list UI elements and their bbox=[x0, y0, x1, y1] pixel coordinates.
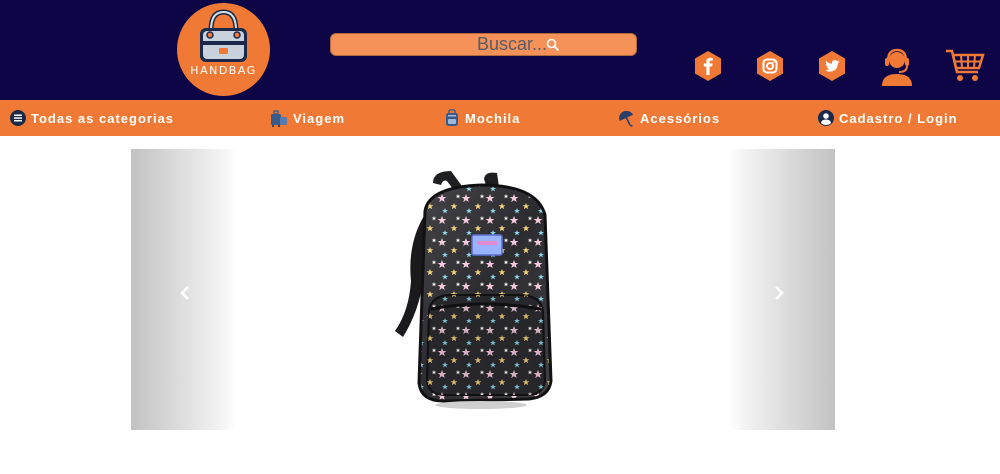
nav-backpack[interactable]: Mochila bbox=[444, 100, 520, 136]
user-icon bbox=[818, 110, 834, 126]
backpack-icon bbox=[446, 109, 458, 126]
chevron-right-icon bbox=[775, 286, 784, 300]
facebook-icon bbox=[695, 51, 721, 81]
nav-all-categories[interactable]: Todas as categorias bbox=[10, 100, 174, 136]
umbrella-icon bbox=[619, 110, 634, 127]
nav-accessories-label: Acessórios bbox=[640, 110, 721, 126]
logo-text: HANDBAG bbox=[190, 64, 257, 77]
handbag-icon bbox=[200, 9, 247, 62]
carousel-prev-button[interactable] bbox=[131, 149, 237, 430]
nav-backpack-label: Mochila bbox=[465, 110, 521, 126]
nav-account[interactable]: Cadastro / Login bbox=[818, 100, 958, 136]
luggage-icon bbox=[271, 110, 287, 127]
chevron-left-icon bbox=[180, 286, 189, 300]
nav-accessories[interactable]: Acessórios bbox=[617, 100, 720, 136]
shopping-cart-icon[interactable] bbox=[945, 48, 985, 84]
instagram-link[interactable] bbox=[756, 51, 784, 81]
nav-account-label: Cadastro / Login bbox=[839, 110, 958, 126]
product-carousel bbox=[131, 149, 835, 430]
instagram-icon bbox=[757, 51, 783, 81]
carousel-next-button[interactable] bbox=[729, 149, 835, 430]
twitter-link[interactable] bbox=[818, 51, 846, 81]
facebook-link[interactable] bbox=[694, 51, 722, 81]
nav-travel-label: Viagem bbox=[293, 110, 346, 126]
nav-travel[interactable]: Viagem bbox=[270, 100, 345, 136]
customer-support-icon[interactable] bbox=[880, 47, 914, 87]
search-icon[interactable] bbox=[546, 38, 560, 52]
search-bar[interactable] bbox=[330, 33, 637, 56]
backpack-product-image bbox=[395, 171, 553, 409]
category-nav: Todas as categorias Viagem Mochila Acess… bbox=[0, 100, 1000, 136]
site-header: HANDBAG bbox=[0, 0, 1000, 100]
search-input[interactable] bbox=[331, 34, 571, 55]
menu-icon bbox=[10, 110, 26, 126]
handbag-logo[interactable]: HANDBAG bbox=[177, 3, 270, 96]
nav-all-categories-label: Todas as categorias bbox=[31, 110, 175, 126]
twitter-icon bbox=[819, 51, 845, 81]
